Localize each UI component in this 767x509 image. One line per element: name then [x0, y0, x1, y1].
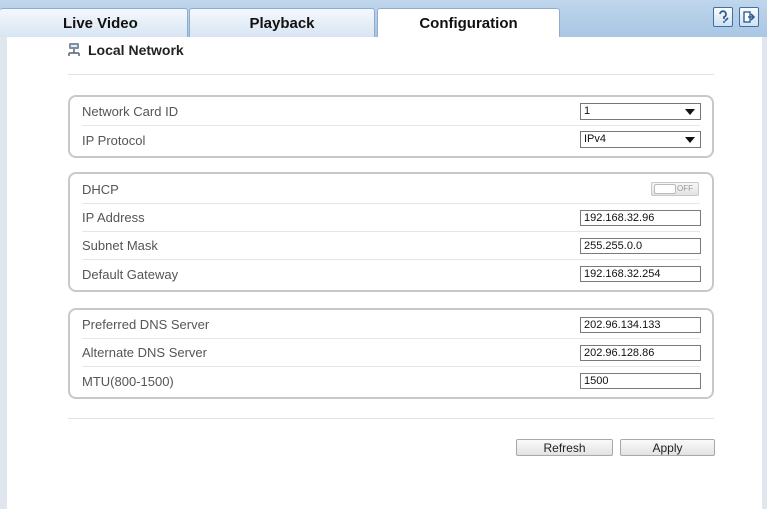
tab-live-video[interactable]: Live Video [0, 8, 188, 37]
network-card-group: Network Card ID 1 IP Protocol IPv4 [68, 95, 714, 158]
apply-button[interactable]: Apply [620, 439, 715, 456]
section-title: Local Network [88, 42, 184, 58]
tab-configuration[interactable]: Configuration [377, 8, 560, 38]
refresh-button[interactable]: Refresh [516, 439, 613, 456]
dns-group: Preferred DNS Server 202.96.134.133 Alte… [68, 308, 714, 399]
toggle-knob [654, 184, 676, 194]
mtu-field[interactable]: 1500 [580, 373, 701, 389]
dhcp-row: DHCP [82, 176, 700, 204]
logout-glyph [743, 11, 756, 23]
subnet-mask-field[interactable]: 255.255.0.0 [580, 238, 701, 254]
dhcp-state: OFF [677, 184, 693, 193]
default-gateway-field[interactable]: 192.168.32.254 [580, 266, 701, 282]
ip-protocol-value: IPv4 [584, 133, 607, 145]
bottom-divider [68, 418, 714, 419]
dhcp-toggle[interactable]: OFF [651, 182, 699, 196]
network-card-value: 1 [584, 105, 591, 117]
chevron-down-icon [685, 109, 695, 115]
title-divider [68, 74, 714, 75]
preferred-dns-field[interactable]: 202.96.134.133 [580, 317, 701, 333]
tab-playback[interactable]: Playback [189, 8, 375, 37]
edit-help-glyph [719, 10, 729, 23]
ip-address-field[interactable]: 192.168.32.96 [580, 210, 701, 226]
ip-settings-group: DHCP OFF IP Address 192.168.32.96 Subnet… [68, 172, 714, 292]
chevron-down-icon [685, 137, 695, 143]
top-tab-bar: Live Video Playback Configuration [0, 0, 767, 38]
alternate-dns-field[interactable]: 202.96.128.86 [580, 345, 701, 361]
network-icon [68, 43, 80, 56]
ip-protocol-select[interactable]: IPv4 [580, 131, 701, 148]
dhcp-label: DHCP [82, 182, 119, 197]
section-header: Local Network [66, 42, 184, 58]
network-card-select[interactable]: 1 [580, 103, 701, 120]
edit-help-icon[interactable] [713, 7, 733, 27]
logout-icon[interactable] [739, 7, 759, 27]
